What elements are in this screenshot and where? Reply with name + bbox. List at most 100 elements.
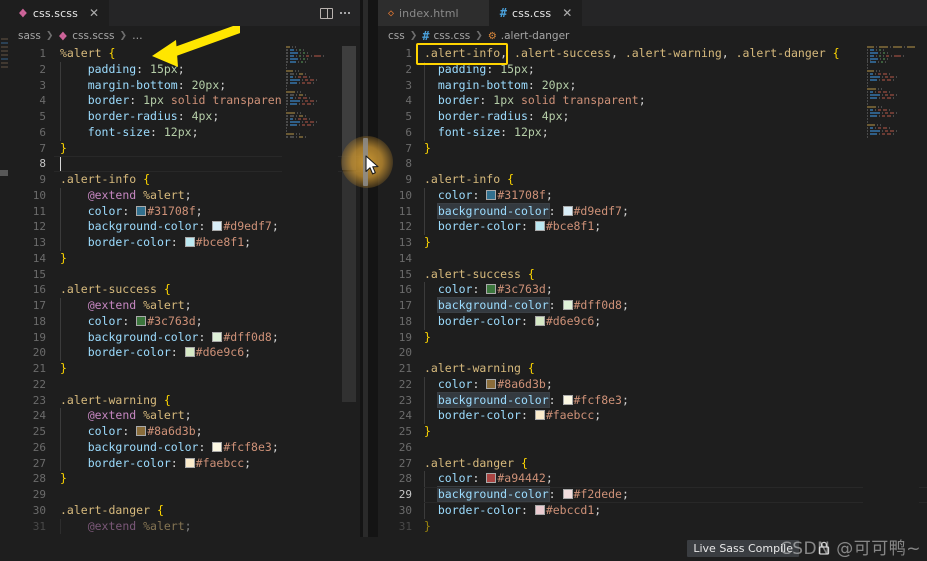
- code-line[interactable]: 17 background-color: #dff0d8;: [378, 297, 927, 314]
- code-line[interactable]: 5 border-radius: 4px;: [378, 109, 927, 125]
- line-number: 11: [398, 204, 412, 218]
- code-line[interactable]: 11 background-color: #d9edf7;: [378, 202, 927, 220]
- scrollbar-track-lower[interactable]: [342, 172, 356, 402]
- color-swatch[interactable]: [136, 205, 147, 216]
- code-line[interactable]: 23 background-color: #fcf8e3;: [378, 391, 927, 409]
- tab-label: css.css: [511, 6, 552, 20]
- code-token: #3c763d: [147, 313, 196, 328]
- close-icon[interactable]: ✕: [89, 7, 99, 19]
- line-number: 29: [32, 488, 46, 501]
- line-number: 14: [32, 251, 46, 265]
- close-icon[interactable]: ✕: [562, 7, 572, 19]
- code-token: ;: [184, 408, 192, 423]
- code-token: :: [479, 93, 494, 108]
- color-swatch[interactable]: [486, 378, 497, 389]
- code-line[interactable]: 6 font-size: 12px;: [378, 124, 927, 141]
- code-token: #8a6d3b: [147, 424, 196, 438]
- code-line[interactable]: 22 color: #8a6d3b;: [378, 376, 927, 393]
- code-line[interactable]: 21 .alert-warning {: [378, 361, 927, 377]
- code-line[interactable]: 31}: [378, 519, 927, 535]
- color-swatch[interactable]: [486, 473, 497, 484]
- code-token: :: [520, 408, 535, 423]
- right-scrollbar[interactable]: [919, 46, 927, 537]
- color-swatch[interactable]: [136, 426, 147, 436]
- code-line[interactable]: 28 color: #a94442;: [378, 471, 927, 487]
- indent-guide: [424, 408, 425, 424]
- code-token: :: [548, 392, 563, 407]
- color-swatch[interactable]: [486, 189, 497, 200]
- code-line[interactable]: 12 border-color: #bce8f1;: [378, 219, 927, 235]
- color-swatch[interactable]: [534, 315, 545, 326]
- code-line[interactable]: 29 background-color: #f2dede;: [378, 486, 927, 503]
- code-line[interactable]: 25}: [378, 424, 927, 440]
- color-swatch[interactable]: [136, 315, 147, 326]
- code-token: %alert: [143, 187, 185, 202]
- breadcrumb-item-symbol[interactable]: .alert-danger: [501, 30, 570, 42]
- highlighted-token: background-color: [436, 297, 550, 313]
- color-swatch[interactable]: [562, 489, 573, 499]
- color-swatch[interactable]: [534, 504, 545, 515]
- right-minimap[interactable]: [863, 46, 919, 537]
- code-token: background-color: [87, 439, 199, 454]
- line-content: .alert-warning {: [424, 361, 927, 377]
- code-line[interactable]: 10 color: #31708f;: [378, 187, 927, 204]
- color-swatch[interactable]: [534, 221, 545, 232]
- code-line[interactable]: 30 border-color: #ebccd1;: [378, 502, 927, 519]
- line-content: }: [424, 424, 927, 440]
- color-swatch[interactable]: [184, 347, 195, 358]
- color-swatch[interactable]: [184, 457, 195, 468]
- code-line[interactable]: 13}: [378, 235, 927, 251]
- code-token: #dff0d8: [223, 329, 272, 344]
- breadcrumb-item-css[interactable]: css: [388, 30, 405, 42]
- code-line[interactable]: 3 margin-bottom: 20px;: [378, 77, 927, 94]
- line-number: 12: [32, 220, 46, 234]
- breadcrumb-item-file[interactable]: css.scss: [72, 30, 114, 42]
- left-minimap-scrollbar[interactable]: [342, 46, 356, 537]
- code-line[interactable]: 14: [378, 251, 927, 267]
- code-token: .alert-warning: [424, 361, 521, 375]
- line-content: .alert-success {: [424, 267, 927, 283]
- code-token: #faebcc: [545, 408, 595, 423]
- line-content: border-radius: 4px;: [424, 109, 927, 125]
- code-line[interactable]: 9 .alert-info {: [378, 172, 927, 188]
- code-line[interactable]: 20: [378, 345, 927, 361]
- code-line[interactable]: 15 .alert-success {: [378, 267, 927, 283]
- right-editor[interactable]: 1 .alert-info, .alert-success, .alert-war…: [378, 46, 927, 537]
- breadcrumb-item-file[interactable]: css.css: [434, 30, 471, 42]
- code-line[interactable]: 4 border: 1px solid transparent;: [378, 93, 927, 109]
- line-number: 16: [398, 283, 412, 297]
- breadcrumb-item-sass[interactable]: sass: [18, 30, 41, 42]
- code-line[interactable]: 27 .alert-danger {: [378, 456, 927, 472]
- tab-css-scss[interactable]: ❖ css.scss ✕: [8, 0, 109, 26]
- code-line[interactable]: 18 border-color: #d6e9c6;: [378, 313, 927, 330]
- color-swatch[interactable]: [486, 284, 497, 295]
- color-swatch[interactable]: [212, 441, 223, 452]
- color-swatch[interactable]: [212, 331, 223, 342]
- code-line[interactable]: 7}: [378, 141, 927, 157]
- code-line[interactable]: 24 border-color: #faebcc;: [378, 408, 927, 424]
- color-swatch[interactable]: [562, 205, 573, 216]
- code-line[interactable]: 26: [378, 440, 927, 456]
- edge-scrollbar-thumb[interactable]: [0, 170, 8, 176]
- line-number: 13: [32, 236, 46, 249]
- code-line[interactable]: 19}: [378, 330, 927, 346]
- code-token: background-color: [87, 219, 199, 234]
- more-actions-icon[interactable]: [340, 12, 350, 14]
- tab-index-html[interactable]: ◇ index.html ✕: [378, 0, 490, 26]
- color-swatch[interactable]: [562, 300, 573, 310]
- color-swatch[interactable]: [562, 394, 573, 405]
- code-line[interactable]: 16 color: #3c763d;: [378, 282, 927, 298]
- color-swatch[interactable]: [212, 221, 223, 232]
- line-number: 1: [405, 47, 412, 60]
- color-swatch[interactable]: [534, 410, 545, 421]
- left-minimap[interactable]: [282, 46, 338, 537]
- editor-splitter[interactable]: [363, 0, 368, 537]
- split-editor-icon[interactable]: [320, 7, 333, 19]
- code-line[interactable]: 8: [378, 156, 927, 172]
- color-swatch[interactable]: [184, 237, 195, 247]
- tab-css-css[interactable]: # css.css ✕: [489, 0, 583, 26]
